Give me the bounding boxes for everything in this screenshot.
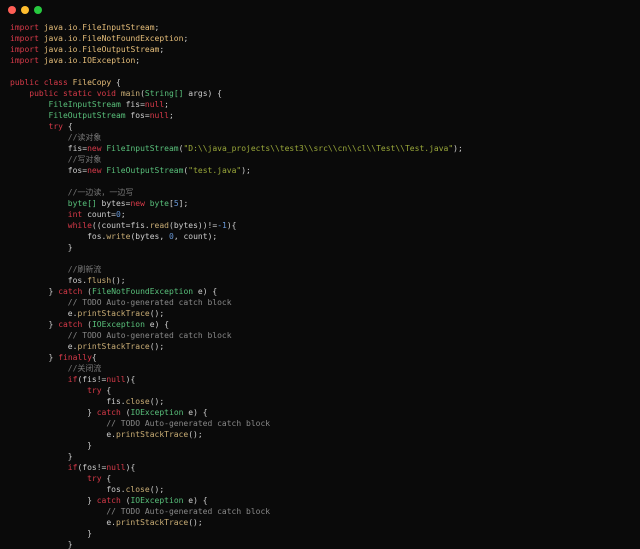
comment-write-obj: //写对象 xyxy=(68,155,102,164)
type-fis: FileInputStream xyxy=(49,100,121,109)
code-area[interactable]: import java.io.FileInputStream; import j… xyxy=(10,22,630,549)
cls-fos: FileOutputStream xyxy=(82,45,159,54)
num-neg1: -1 xyxy=(217,221,227,230)
var-fos: fos xyxy=(130,111,144,120)
pkg-java: java xyxy=(44,23,63,32)
kw-null: null xyxy=(145,100,164,109)
kw-finally: finally xyxy=(58,353,92,362)
minimize-icon[interactable] xyxy=(21,6,29,14)
fn-pst: printStackTrace xyxy=(77,309,149,318)
cls-fis: FileInputStream xyxy=(82,23,154,32)
class-filecopy: FileCopy xyxy=(73,78,112,87)
comment-todo: // TODO Auto-generated catch block xyxy=(68,298,232,307)
kw-if: if xyxy=(68,375,78,384)
comment-close: //关闭流 xyxy=(68,364,102,373)
comment-read-obj: //读对象 xyxy=(68,133,102,142)
kw-catch: catch xyxy=(58,287,82,296)
fn-main: main xyxy=(121,89,140,98)
fn-close: close xyxy=(126,397,150,406)
fn-write: write xyxy=(106,232,130,241)
kw-public: public xyxy=(10,78,39,87)
comment-flush: //刷新流 xyxy=(68,265,102,274)
kw-while: while xyxy=(68,221,92,230)
type-bytearr: byte[] xyxy=(68,199,97,208)
string-inpath: "D:\\java_projects\\test3\\src\\cn\\cl\\… xyxy=(183,144,453,153)
type-fnfe: FileNotFoundException xyxy=(92,287,193,296)
cls-ioe: IOException xyxy=(82,56,135,65)
kw-static: static xyxy=(63,89,92,98)
var-count: count xyxy=(87,210,111,219)
string-outpath: "test.java" xyxy=(188,166,241,175)
kw-void: void xyxy=(97,89,116,98)
kw-new: new xyxy=(87,144,101,153)
var-fis: fis xyxy=(126,100,140,109)
kw-try: try xyxy=(49,122,63,131)
type-string-arr: String[] xyxy=(145,89,184,98)
code-editor-window: import java.io.FileInputStream; import j… xyxy=(0,0,640,549)
type-int: int xyxy=(68,210,82,219)
type-fos: FileOutputStream xyxy=(49,111,126,120)
kw-class: class xyxy=(44,78,68,87)
var-bytes: bytes xyxy=(102,199,126,208)
fn-read: read xyxy=(150,221,169,230)
window-controls xyxy=(8,6,42,14)
kw-import: import xyxy=(10,23,39,32)
fn-flush: flush xyxy=(87,276,111,285)
type-ioe: IOException xyxy=(92,320,145,329)
close-icon[interactable] xyxy=(8,6,16,14)
comment-read-write: //一边读，一边写 xyxy=(68,188,134,197)
arg-args: args xyxy=(188,89,207,98)
cls-fnfe: FileNotFoundException xyxy=(82,34,183,43)
zoom-icon[interactable] xyxy=(34,6,42,14)
